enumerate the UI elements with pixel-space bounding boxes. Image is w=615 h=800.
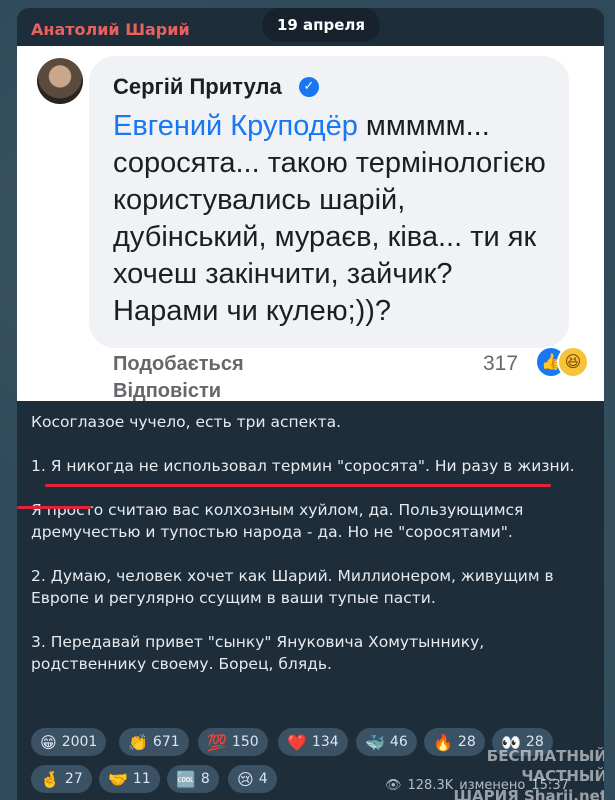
crossed-fingers-icon: 🤞: [40, 769, 60, 789]
quoted-comment-screenshot[interactable]: Сергій Притула ✓ Евгений Круподёр ммммм.…: [17, 46, 604, 401]
reaction-grinning[interactable]: 😁 2001: [31, 728, 107, 756]
verified-badge-icon: ✓: [299, 77, 319, 97]
channel-post: Анатолий Шарий Сергій Притула ✓ Евгений …: [17, 8, 604, 800]
comment-bubble: Сергій Притула ✓ Евгений Круподёр ммммм.…: [89, 56, 569, 348]
paragraph-point-1: 1. Я никогда не использовал термин "соро…: [31, 457, 575, 475]
paragraph-point-3: 3. Передавай привет "сынку" Януковича Хо…: [31, 633, 485, 673]
reaction-count: 27: [64, 771, 83, 787]
commenter-name: Сергій Притула: [113, 74, 282, 99]
reaction-count: 2001: [61, 734, 98, 750]
mention-link: Евгений Круподёр: [113, 110, 358, 142]
whale-icon: 🐳: [365, 732, 385, 752]
reaction-count: 4: [258, 771, 268, 787]
view-count: 128.3K: [407, 778, 454, 793]
clapping-hands-icon: 👏: [128, 732, 148, 752]
reaction-clapping[interactable]: 👏 671: [119, 728, 189, 756]
reaction-handshake[interactable]: 🤝 11: [99, 765, 160, 793]
commenter-avatar: [37, 58, 83, 104]
reaction-count: 11: [132, 771, 151, 787]
paragraph-point-2: 2. Думаю, человек хочет как Шарий. Милли…: [31, 567, 554, 607]
reaction-count: 317: [483, 352, 519, 375]
red-underline-2: [17, 506, 91, 509]
reaction-count: 150: [231, 734, 259, 750]
comment-body: ммммм... соросята... такою термінологією…: [113, 110, 546, 327]
paragraph-explanation: Я просто считаю вас колхозным хуйлом, да…: [31, 501, 524, 541]
date-separator[interactable]: 19 апреля: [262, 8, 380, 42]
reply-label: Відповісти: [113, 380, 222, 401]
post-time: 15:37: [531, 778, 569, 793]
red-underline-1: [45, 484, 551, 487]
eye-icon: 👁: [385, 778, 402, 793]
reaction-count: 8: [200, 771, 210, 787]
author-name[interactable]: Анатолий Шарий: [31, 20, 190, 39]
like-label: Подобається: [113, 353, 244, 375]
reaction-crossed-fingers[interactable]: 🤞 27: [31, 765, 92, 793]
reaction-cool[interactable]: 🆒 8: [167, 765, 219, 793]
reaction-hundred[interactable]: 💯 150: [198, 728, 268, 756]
grinning-face-icon: 😁: [40, 732, 57, 752]
cool-button-icon: 🆒: [176, 769, 196, 789]
reaction-crying[interactable]: 😢 4: [228, 765, 277, 793]
reaction-count: 134: [311, 734, 339, 750]
paragraph-intro: Косоглазое чучело, есть три аспекта.: [31, 413, 342, 431]
reaction-heart[interactable]: ❤️ 134: [278, 728, 348, 756]
edited-label: изменено: [459, 778, 526, 793]
reaction-count: 671: [152, 734, 180, 750]
laughing-face-icon: 😆: [557, 346, 589, 378]
hundred-points-icon: 💯: [207, 732, 227, 752]
crying-face-icon: 😢: [237, 769, 254, 789]
post-meta: 👁 128.3K изменено 15:37: [385, 778, 569, 793]
red-heart-icon: ❤️: [287, 732, 307, 752]
handshake-icon: 🤝: [108, 769, 128, 789]
comment-text: Евгений Круподёр ммммм... соросята... та…: [113, 108, 553, 330]
post-text: Косоглазое чучело, есть три аспекта. 1. …: [31, 411, 591, 697]
